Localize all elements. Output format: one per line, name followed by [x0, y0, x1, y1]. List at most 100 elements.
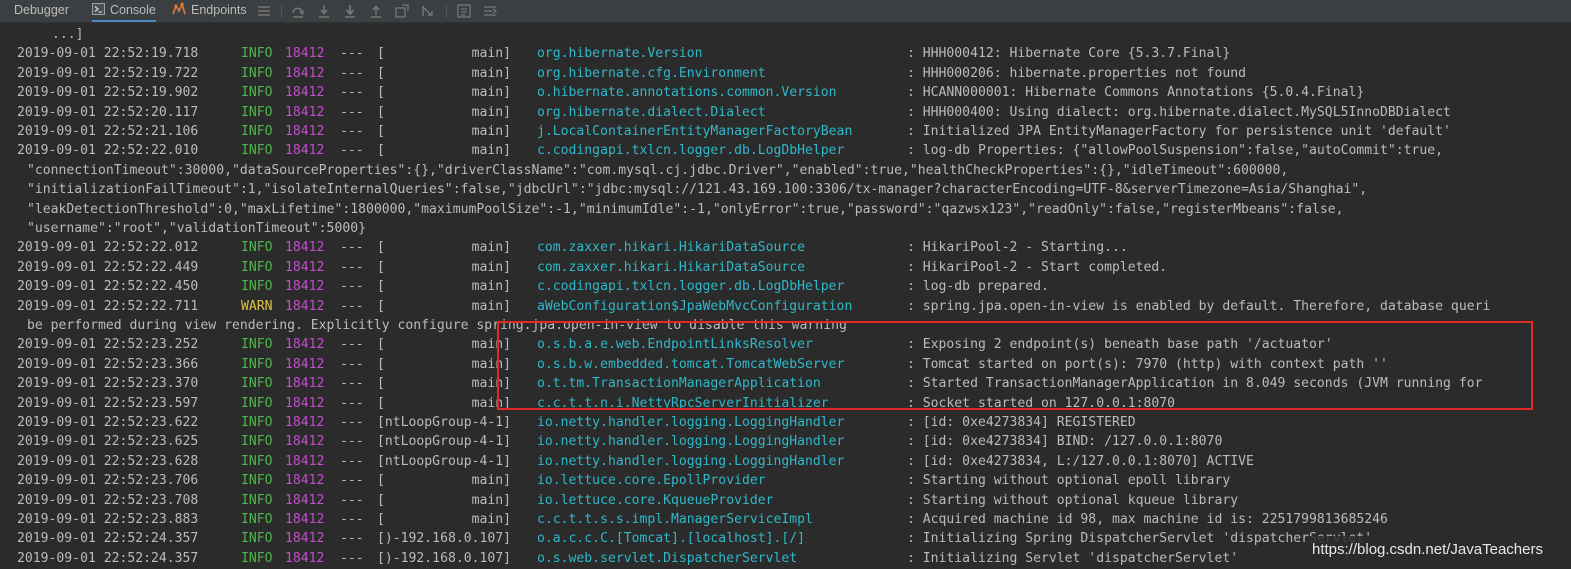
log-logger: j.LocalContainerEntityManagerFactoryBean: [537, 124, 853, 139]
log-pid: 18412: [285, 395, 325, 411]
tab-endpoints[interactable]: Endpoints: [172, 0, 247, 22]
log-separator: ---: [340, 298, 364, 314]
log-level: INFO: [241, 65, 273, 81]
log-separator: ---: [340, 415, 364, 430]
log-thread: [ main]: [377, 124, 512, 139]
log-pid: 18412: [285, 492, 325, 508]
log-line: 2019-09-01 22:52:19.718 INFO 18412 --- [ mai…: [0, 44, 1571, 63]
log-line: 2019-09-01 22:52:23.622 INFO 18412 --- [ntLo…: [0, 413, 1571, 432]
log-timestamp: 2019-09-01 22:52:24.357: [17, 531, 199, 547]
log-logger: io.netty.handler.logging.LoggingHandler: [537, 453, 845, 469]
log-thread: [)-192.168.0.107]: [377, 531, 512, 547]
log-timestamp: 2019-09-01 22:52:23.366: [17, 356, 199, 372]
log-message: : log-db Properties: {"allowPoolSuspensi…: [907, 143, 1444, 159]
log-thread: [ main]: [377, 473, 512, 489]
log-thread: [ main]: [377, 279, 512, 295]
log-logger: c.codingapi.txlcn.logger.db.LogDbHelper: [537, 143, 845, 159]
log-pid: 18412: [285, 298, 325, 314]
log-level: WARN: [241, 298, 273, 314]
log-separator: ---: [340, 453, 364, 469]
continuation-text: "username":"root","validationTimeout":50…: [27, 221, 366, 236]
log-timestamp: 2019-09-01 22:52:23.597: [17, 395, 199, 411]
evaluate-expression-icon[interactable]: [456, 3, 472, 19]
log-message: : Starting without optional kqueue libra…: [907, 492, 1239, 508]
log-message: : [id: 0xe4273834, L:/127.0.0.1:8070] AC…: [907, 453, 1254, 469]
force-step-into-icon[interactable]: [342, 3, 358, 19]
log-pid: 18412: [285, 65, 325, 81]
log-logger: o.s.b.a.e.web.EndpointLinksResolver: [537, 337, 813, 353]
log-line: 2019-09-01 22:52:22.449 INFO 18412 --- [ mai…: [0, 258, 1571, 277]
toolbar-separator: [281, 4, 282, 18]
log-message: : log-db prepared.: [907, 279, 1049, 295]
log-line: 2019-09-01 22:52:23.706 INFO 18412 --- [ mai…: [0, 471, 1571, 490]
log-logger: o.s.web.servlet.DispatcherServlet: [537, 550, 798, 566]
log-separator: ---: [340, 395, 364, 411]
log-pid: 18412: [285, 473, 325, 489]
drop-frame-icon[interactable]: [394, 3, 410, 19]
log-message: : Tomcat started on port(s): 7970 (http)…: [907, 356, 1388, 372]
log-separator: ---: [340, 376, 364, 392]
console-output[interactable]: ...] 2019-09-01 22:52:19.718 INFO 18412 --- […: [0, 23, 1571, 569]
log-separator: ---: [340, 434, 364, 450]
log-line: 2019-09-01 22:52:22.450 INFO 18412 --- [ mai…: [0, 277, 1571, 296]
log-logger: io.lettuce.core.KqueueProvider: [537, 492, 774, 508]
console-continuation-line: be performed during view rendering. Expl…: [0, 316, 1571, 335]
log-logger: org.hibernate.Version: [537, 46, 703, 62]
log-line: 2019-09-01 22:52:23.597 INFO 18412 --- [ mai…: [0, 394, 1571, 413]
log-timestamp: 2019-09-01 22:52:23.883: [17, 512, 199, 527]
console-toolbar: Debugger Console Endpoints: [0, 0, 1571, 23]
log-thread: [ main]: [377, 85, 512, 101]
run-to-cursor-icon[interactable]: [420, 3, 436, 19]
trace-stream-icon[interactable]: [482, 3, 498, 19]
tab-debugger[interactable]: Debugger: [14, 0, 69, 22]
log-line: 2019-09-01 22:52:19.902 INFO 18412 --- [ mai…: [0, 83, 1571, 102]
log-separator: ---: [340, 550, 364, 566]
log-pid: 18412: [285, 356, 325, 372]
log-separator: ---: [340, 279, 364, 295]
log-message: : Exposing 2 endpoint(s) beneath base pa…: [907, 337, 1333, 353]
log-level: INFO: [241, 531, 273, 547]
log-level: INFO: [241, 550, 273, 566]
log-separator: ---: [340, 85, 364, 101]
log-message: : HHH000206: hibernate.properties not fo…: [907, 65, 1246, 81]
log-logger: org.hibernate.cfg.Environment: [537, 65, 766, 81]
log-separator: ---: [340, 65, 364, 81]
log-message: : spring.jpa.open-in-view is enabled by …: [907, 298, 1491, 314]
step-over-icon[interactable]: [290, 3, 306, 19]
tab-console[interactable]: Console: [92, 0, 156, 22]
log-timestamp: 2019-09-01 22:52:22.010: [17, 143, 199, 159]
log-logger: o.t.tm.TransactionManagerApplication: [537, 376, 821, 392]
step-out-icon[interactable]: [368, 3, 384, 19]
log-pid: 18412: [285, 259, 325, 275]
log-pid: 18412: [285, 434, 325, 450]
log-level: INFO: [241, 453, 273, 469]
console-continuation-line: "connectionTimeout":30000,"dataSourcePro…: [0, 161, 1571, 180]
log-level: INFO: [241, 337, 273, 353]
log-message: : [id: 0xe4273834] REGISTERED: [907, 415, 1136, 430]
log-line: 2019-09-01 22:52:23.625 INFO 18412 --- [ntLo…: [0, 432, 1571, 451]
log-separator: ---: [340, 356, 364, 372]
log-message: : HHH000400: Using dialect: org.hibernat…: [907, 104, 1451, 120]
log-level: INFO: [241, 473, 273, 489]
log-thread: [ main]: [377, 376, 512, 392]
log-timestamp: 2019-09-01 22:52:22.450: [17, 279, 199, 295]
menu-icon[interactable]: [256, 3, 272, 19]
log-level: INFO: [241, 85, 273, 101]
continuation-text: "initializationFailTimeout":1,"isolateIn…: [27, 182, 1368, 198]
log-message: : HikariPool-2 - Starting...: [907, 240, 1128, 256]
log-line: 2019-09-01 22:52:22.010 INFO 18412 --- [ mai…: [0, 141, 1571, 160]
log-message: : HHH000412: Hibernate Core {5.3.7.Final…: [907, 46, 1231, 62]
log-pid: 18412: [285, 85, 325, 101]
log-thread: [ main]: [377, 492, 512, 508]
log-pid: 18412: [285, 240, 325, 256]
log-message: : Initialized JPA EntityManagerFactory f…: [907, 124, 1451, 139]
log-separator: ---: [340, 104, 364, 120]
log-line: 2019-09-01 22:52:20.117 INFO 18412 --- [ mai…: [0, 103, 1571, 122]
continuation-text: "connectionTimeout":30000,"dataSourcePro…: [27, 162, 1289, 178]
step-into-icon[interactable]: [316, 3, 332, 19]
log-line: 2019-09-01 22:52:19.722 INFO 18412 --- [ mai…: [0, 64, 1571, 83]
log-logger: c.c.t.t.n.i.NettyRpcServerInitializer: [537, 395, 829, 411]
log-pid: 18412: [285, 453, 325, 469]
log-thread: [ main]: [377, 356, 512, 372]
log-message: : HikariPool-2 - Start completed.: [907, 259, 1168, 275]
